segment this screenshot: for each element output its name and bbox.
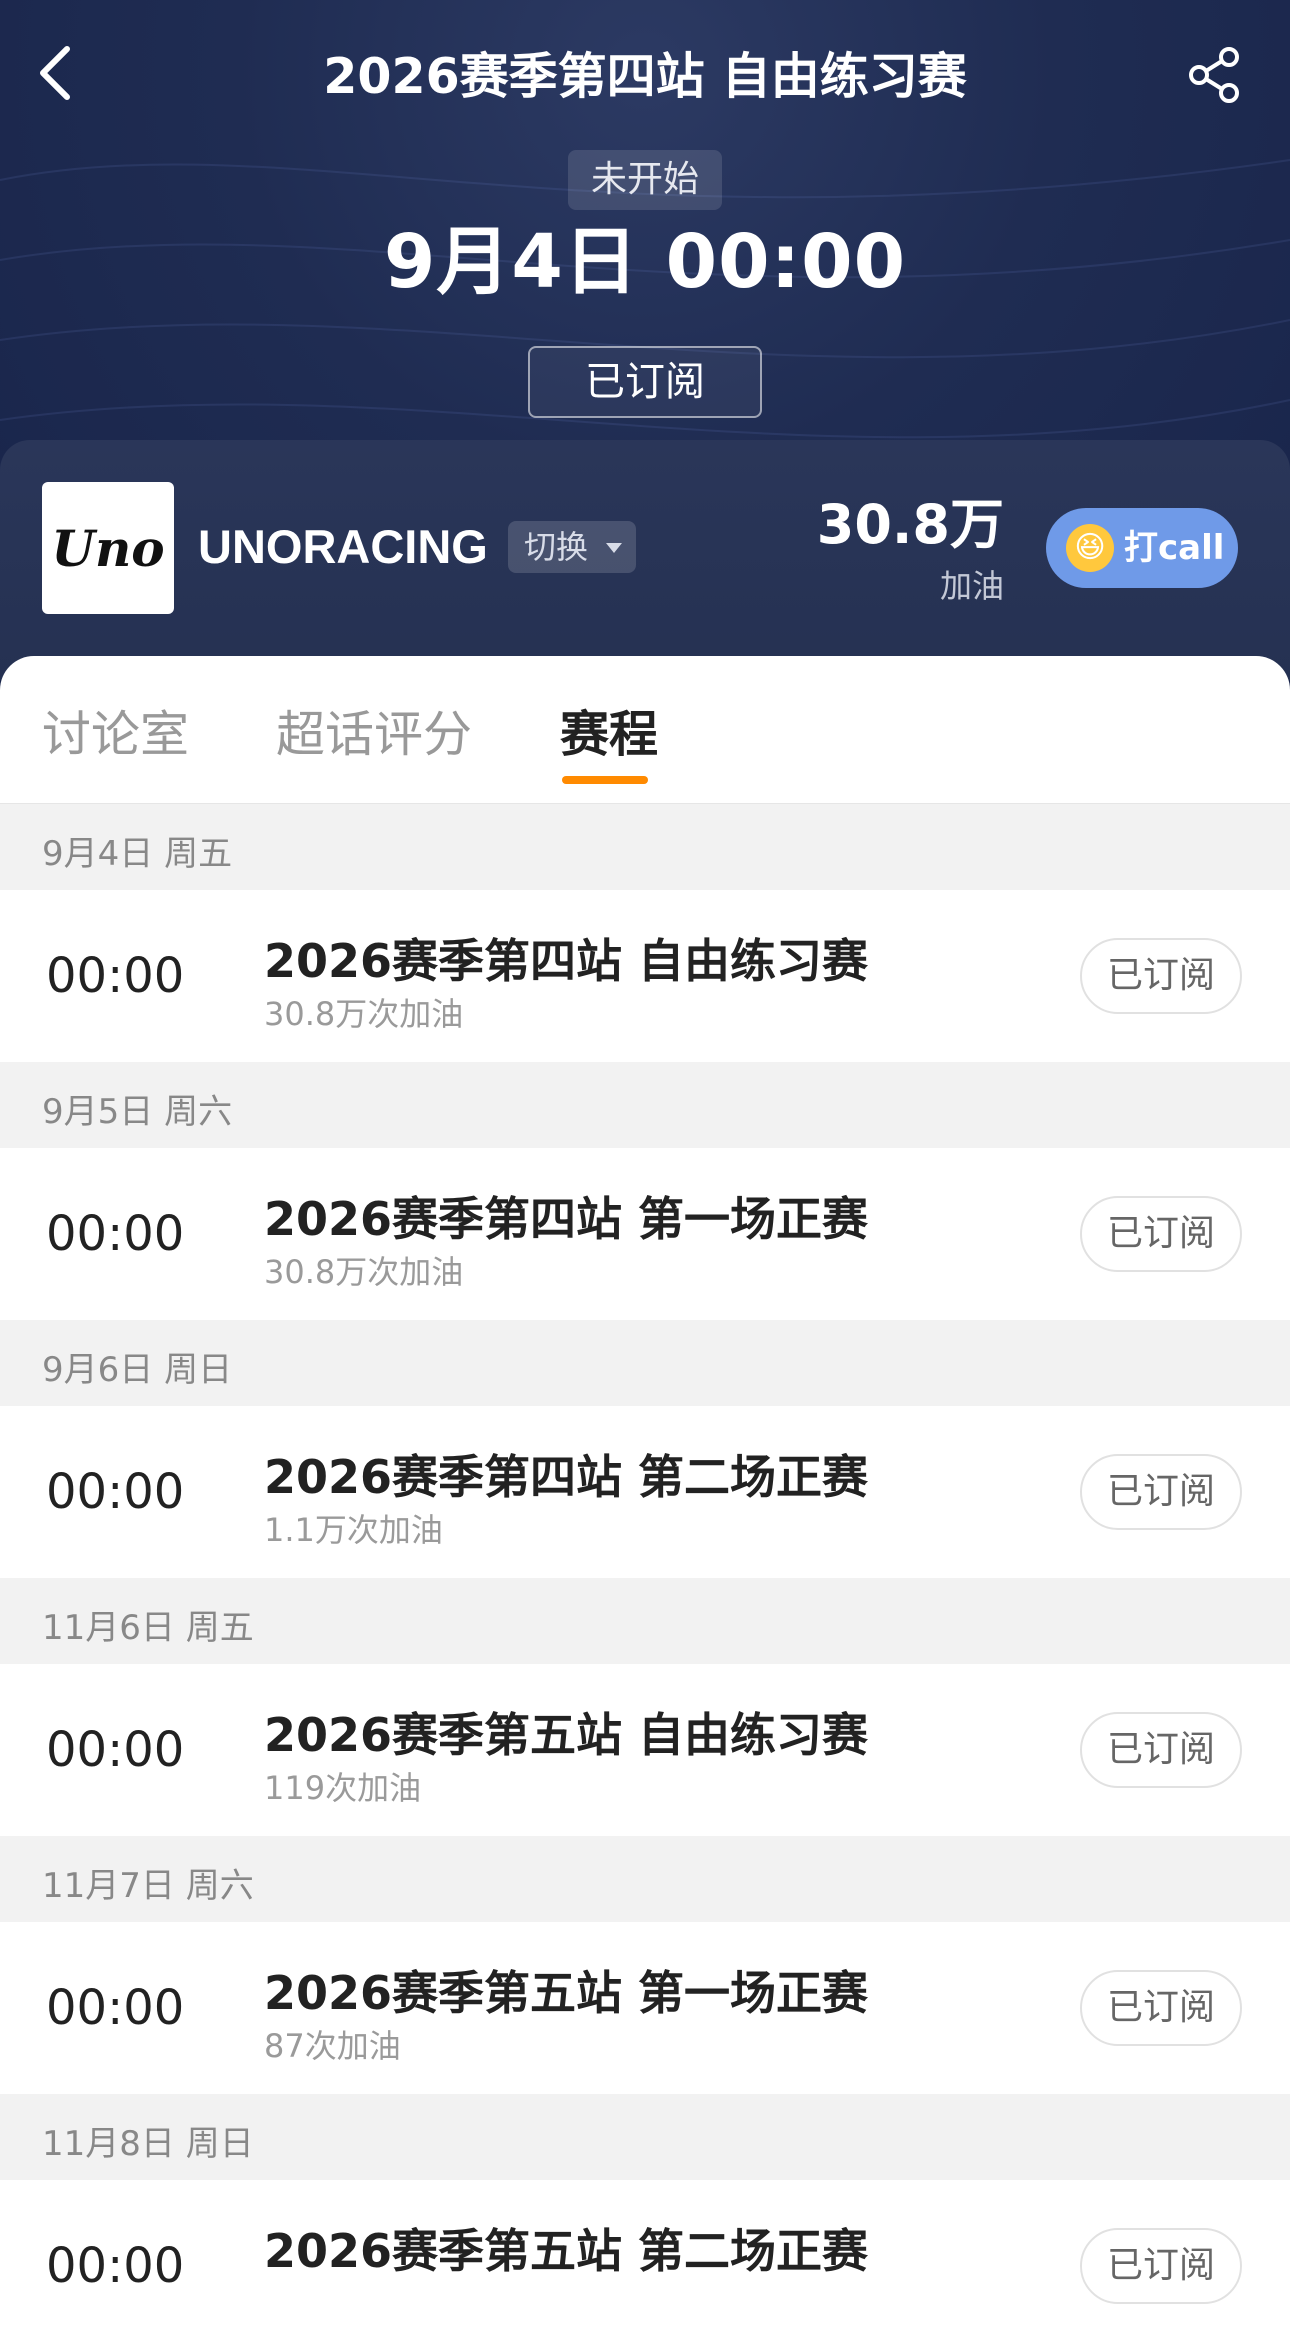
schedule-row[interactable]: 00:00 2026赛季第五站 自由练习赛 119次加油 已订阅: [0, 1664, 1290, 1836]
row-subscribe-button[interactable]: 已订阅: [1080, 1196, 1242, 1272]
schedule-row[interactable]: 00:00 2026赛季第四站 自由练习赛 30.8万次加油 已订阅: [0, 890, 1290, 1062]
date-header: 9月4日 周五: [0, 804, 1290, 890]
row-subscribe-button[interactable]: 已订阅: [1080, 938, 1242, 1014]
row-title: 2026赛季第四站 第一场正赛: [264, 1192, 869, 1246]
switch-team-button[interactable]: 切换: [508, 521, 636, 573]
call-label: 打call: [1124, 528, 1225, 568]
team-name: UNORACING: [198, 520, 488, 573]
row-cheers: 30.8万次加油: [264, 995, 464, 1033]
cheer-label: 加油: [939, 567, 1004, 605]
share-button[interactable]: [1180, 40, 1250, 110]
row-subscribe-button[interactable]: 已订阅: [1080, 1970, 1242, 2046]
row-cheers: 30.8万次加油: [264, 1253, 464, 1291]
row-time: 00:00: [46, 1464, 185, 1520]
team-logo: Uno: [42, 482, 174, 614]
schedule-row[interactable]: 00:00 2026赛季第四站 第一场正赛 30.8万次加油 已订阅: [0, 1148, 1290, 1320]
date-header: 11月6日 周五: [0, 1578, 1290, 1664]
cheer-count: 30.8万: [816, 493, 1004, 556]
schedule-row[interactable]: 00:00 2026赛季第五站 第一场正赛 87次加油 已订阅: [0, 1922, 1290, 2094]
date-header: 9月6日 周日: [0, 1320, 1290, 1406]
row-title: 2026赛季第五站 第一场正赛: [264, 1966, 869, 2020]
chevron-left-icon: [40, 46, 70, 100]
row-title: 2026赛季第四站 第二场正赛: [264, 1450, 869, 1504]
excited-face-icon: 😆: [1066, 524, 1114, 572]
row-subscribe-button[interactable]: 已订阅: [1080, 1712, 1242, 1788]
tab-rating[interactable]: 超话评分: [276, 700, 472, 770]
row-time: 00:00: [46, 1206, 185, 1262]
row-time: 00:00: [46, 1722, 185, 1778]
row-subscribe-button[interactable]: 已订阅: [1080, 1454, 1242, 1530]
schedule-row[interactable]: 00:00 2026赛季第四站 第二场正赛 1.1万次加油 已订阅: [0, 1406, 1290, 1578]
row-cheers: 119次加油: [264, 1769, 422, 1807]
schedule-list: 9月4日 周五 00:00 2026赛季第四站 自由练习赛 30.8万次加油 已…: [0, 804, 1290, 2342]
team-logo-text: Uno: [51, 518, 165, 578]
event-datetime: 9月4日 00:00: [383, 219, 907, 305]
row-time: 00:00: [46, 2238, 185, 2294]
back-button[interactable]: [30, 38, 80, 108]
date-header: 9月5日 周六: [0, 1062, 1290, 1148]
row-title: 2026赛季第五站 自由练习赛: [264, 1708, 869, 1762]
row-time: 00:00: [46, 948, 185, 1004]
date-header: 11月7日 周六: [0, 1836, 1290, 1922]
row-time: 00:00: [46, 1980, 185, 2036]
active-tab-indicator: [562, 776, 648, 784]
caret-down-icon: [606, 543, 622, 553]
date-header: 11月8日 周日: [0, 2094, 1290, 2180]
share-icon: [1189, 47, 1239, 103]
row-cheers: 87次加油: [264, 2027, 401, 2065]
status-badge: 未开始: [568, 150, 722, 210]
tab-discussion[interactable]: 讨论室: [42, 700, 189, 770]
row-title: 2026赛季第四站 自由练习赛: [264, 934, 869, 988]
schedule-row[interactable]: 00:00 2026赛季第五站 第二场正赛 已订阅: [0, 2180, 1290, 2342]
row-subscribe-button[interactable]: 已订阅: [1080, 2228, 1242, 2304]
subscribe-button[interactable]: 已订阅: [528, 346, 762, 418]
row-cheers: 1.1万次加油: [264, 1511, 443, 1549]
page-title: 2026赛季第四站 自由练习赛: [323, 48, 967, 105]
tab-schedule[interactable]: 赛程: [560, 700, 658, 770]
row-title: 2026赛季第五站 第二场正赛: [264, 2224, 869, 2278]
switch-label: 切换: [524, 528, 589, 566]
call-button[interactable]: 😆 打call: [1046, 508, 1238, 588]
